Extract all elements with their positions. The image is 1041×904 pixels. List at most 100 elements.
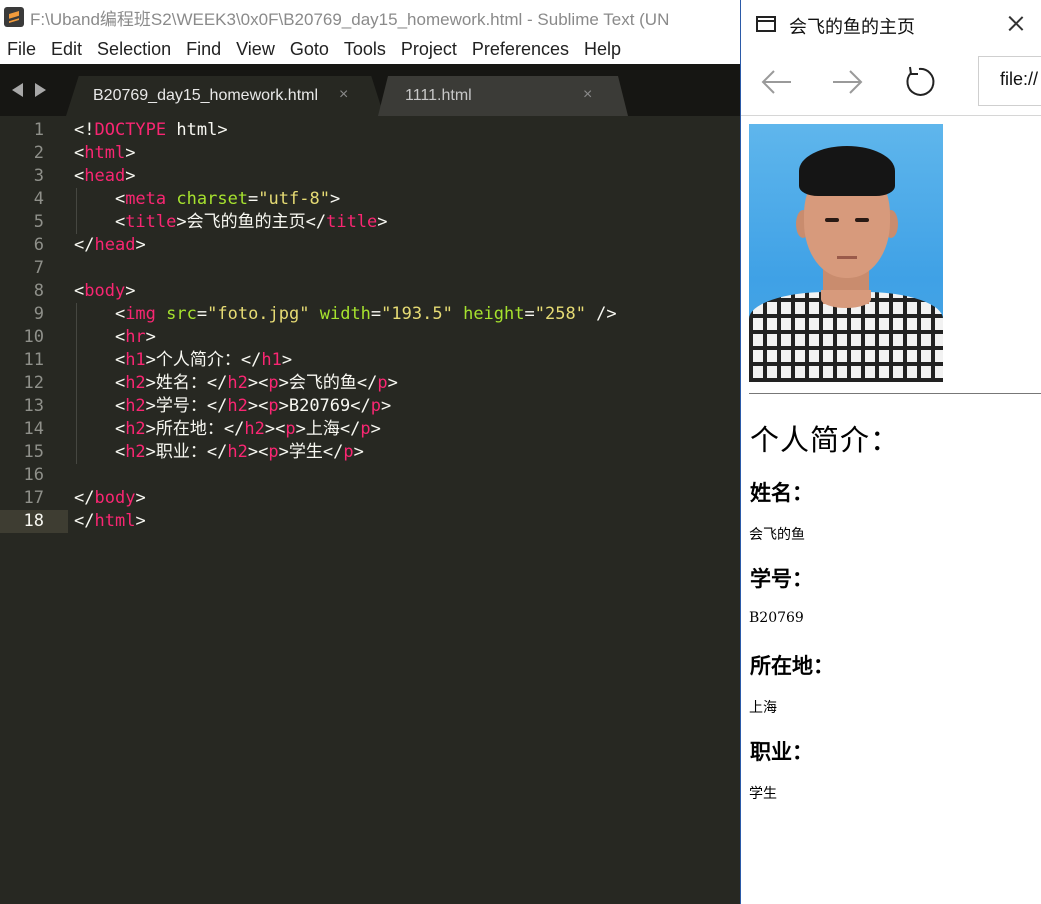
code-token: >	[380, 396, 392, 416]
code-token: <	[74, 212, 126, 232]
line-number: 1	[33, 120, 44, 140]
code-token: h2	[227, 396, 248, 416]
code-token: =	[196, 304, 208, 324]
tab-1111-html[interactable]: 1111.html ×	[378, 76, 628, 116]
code-line[interactable]: 6 </head>	[0, 234, 740, 257]
code-token: >所在地：</	[145, 419, 245, 439]
code-line[interactable]: 13 <h2>学号：</h2><p>B20769</p>	[0, 395, 740, 418]
code-token: />	[585, 304, 617, 324]
code-line[interactable]: 5 <title>会飞的鱼的主页</title>	[0, 211, 740, 234]
back-arrow-icon[interactable]	[759, 64, 795, 100]
code-token: <	[74, 304, 126, 324]
code-token: img	[125, 304, 156, 324]
line-number: 2	[33, 143, 44, 163]
code-token: >职业：</	[145, 442, 228, 462]
line-number: 5	[33, 212, 44, 232]
code-token: charset	[176, 189, 249, 209]
code-line[interactable]: 14 <h2>所在地：</h2><p>上海</p>	[0, 418, 740, 441]
code-line[interactable]: 7	[0, 257, 740, 280]
code-token: >	[353, 442, 364, 462]
name-value: 会飞的鱼	[749, 527, 805, 543]
tab-b20769-homework[interactable]: B20769_day15_homework.html ×	[66, 76, 384, 116]
code-token: head	[84, 166, 126, 186]
line-number: 17	[23, 488, 44, 508]
code-line[interactable]: 4 <meta charset="utf-8">	[0, 188, 740, 211]
menu-preferences[interactable]: Preferences	[472, 39, 569, 60]
code-token: >上海</	[295, 419, 361, 439]
code-token: body	[84, 281, 126, 301]
code-line[interactable]: 10 <hr>	[0, 326, 740, 349]
indent-guide	[76, 303, 77, 326]
close-icon[interactable]	[1005, 12, 1027, 34]
tab-label: B20769_day15_homework.html	[93, 87, 319, 104]
code-token: >	[135, 235, 146, 255]
menu-project[interactable]: Project	[401, 39, 457, 60]
code-token: >B20769</	[278, 396, 371, 416]
menu-tools[interactable]: Tools	[344, 39, 386, 60]
indent-guide	[76, 211, 77, 234]
line-number: 16	[23, 465, 44, 485]
menu-edit[interactable]: Edit	[51, 39, 82, 60]
occupation-value: 学生	[749, 786, 777, 802]
address-bar[interactable]: file://	[978, 56, 1041, 106]
code-token: width	[319, 304, 371, 324]
menu-view[interactable]: View	[236, 39, 275, 60]
horizontal-rule	[749, 393, 1041, 394]
code-line[interactable]: 9 <img src="foto.jpg" width="193.5" heig…	[0, 303, 740, 326]
code-token: p	[343, 442, 354, 462]
menu-file[interactable]: File	[7, 39, 36, 60]
code-token: h2	[244, 419, 265, 439]
code-text: </head>	[74, 234, 146, 257]
code-line[interactable]: 2 <html>	[0, 142, 740, 165]
browser-window-title: 会飞的鱼的主页	[789, 17, 915, 37]
code-line[interactable]: 15 <h2>职业：</h2><p>学生</p>	[0, 441, 740, 464]
code-line[interactable]: 3 <head>	[0, 165, 740, 188]
tab-close-icon[interactable]: ×	[583, 86, 592, 104]
code-text: </html>	[74, 510, 146, 533]
tab-label: 1111.html	[405, 87, 472, 104]
indent-guide	[76, 395, 77, 418]
code-token: "utf-8"	[258, 189, 330, 209]
code-token: h1	[261, 350, 282, 370]
code-token: "193.5"	[381, 304, 453, 324]
code-token: >	[125, 166, 136, 186]
code-token: html>	[166, 120, 228, 140]
menu-bar: File Edit Selection Find View Goto Tools…	[0, 34, 740, 64]
tab-close-icon[interactable]: ×	[339, 86, 348, 104]
code-line[interactable]: 8 <body>	[0, 280, 740, 303]
code-text: <body>	[74, 280, 135, 303]
code-token: src	[166, 304, 197, 324]
tab-scroll-right-icon[interactable]	[35, 83, 46, 97]
menu-goto[interactable]: Goto	[290, 39, 329, 60]
menu-selection[interactable]: Selection	[97, 39, 171, 60]
code-token: </	[74, 488, 95, 508]
line-number: 14	[23, 419, 44, 439]
code-token: >	[387, 373, 398, 393]
menu-help[interactable]: Help	[584, 39, 621, 60]
code-token: p	[370, 396, 381, 416]
code-token: =	[524, 304, 535, 324]
menu-find[interactable]: Find	[186, 39, 221, 60]
page-heading: 个人简介：	[750, 423, 901, 457]
forward-arrow-icon[interactable]	[829, 64, 865, 100]
tab-scroll-left-icon[interactable]	[12, 83, 23, 97]
line-number: 15	[23, 442, 44, 462]
code-line[interactable]: 18 </html>	[0, 510, 740, 533]
code-token: <	[74, 143, 85, 163]
code-editor[interactable]: 1 <!DOCTYPE html> 2 < html> 3 <head> 4 <meta ch…	[0, 116, 740, 904]
window-icon	[756, 16, 776, 32]
code-line[interactable]: 17 </body>	[0, 487, 740, 510]
refresh-icon[interactable]	[901, 64, 937, 100]
code-line[interactable]: 16	[0, 464, 740, 487]
code-token: >学生</	[278, 442, 344, 462]
line-number: 7	[33, 258, 44, 278]
code-token: p	[268, 442, 279, 462]
code-token: hr	[125, 327, 146, 347]
code-token: =	[248, 189, 259, 209]
code-line[interactable]: 12 <h2>姓名：</h2><p>会飞的鱼</p>	[0, 372, 740, 395]
code-line[interactable]: 1 <!DOCTYPE html>	[0, 119, 740, 142]
code-line[interactable]: 11 <h1>个人简介：</h1>	[0, 349, 740, 372]
code-token: >	[329, 189, 341, 209]
